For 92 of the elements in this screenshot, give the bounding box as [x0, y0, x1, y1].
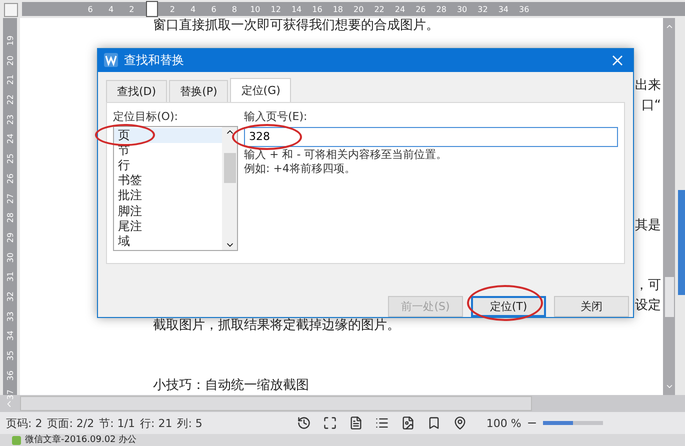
pin-icon[interactable] — [453, 416, 468, 430]
ruler-number: 28 — [6, 212, 14, 223]
outline-view-icon[interactable] — [375, 416, 390, 430]
target-label: 定位目标(O): — [113, 108, 179, 124]
ruler-number: 28 — [435, 4, 448, 14]
ruler-number: 32 — [6, 290, 14, 302]
ruler-number: 12 — [270, 4, 282, 14]
indent-marker[interactable] — [146, 1, 158, 17]
ruler-number: 36 — [518, 4, 530, 14]
ruler-number: 14 — [290, 4, 303, 14]
ruler-number: 2 — [128, 4, 136, 14]
document-text: 小技巧：自动统一缩放截图 — [153, 378, 309, 393]
page-number-field[interactable]: 328 — [244, 126, 618, 147]
ruler-number: 30 — [456, 4, 468, 14]
dialog-tab[interactable]: 替换(P) — [169, 80, 228, 102]
ruler-number: 4 — [107, 4, 115, 14]
hint-text: 输入 + 和 - 可将相关内容移至当前位置。 — [244, 148, 448, 161]
list-item[interactable]: 域 — [114, 234, 222, 250]
close-icon — [612, 54, 623, 66]
document-text: 设定 — [635, 298, 661, 313]
status-text: 节: 1/1 — [99, 416, 136, 430]
list-item[interactable]: 批注 — [114, 188, 222, 204]
ruler-number: 20 — [352, 4, 365, 14]
document-text: 窗口直接抓取一次即可获得我们想要的合成图片。 — [153, 18, 439, 33]
document-text: 其是 — [635, 218, 661, 233]
status-text: 页面: 2/2 — [47, 416, 94, 430]
dialog-button[interactable]: 定位(T) — [471, 296, 546, 317]
ruler-number: 8 — [230, 4, 238, 14]
annotation-ellipse — [95, 124, 155, 146]
page-number-label: 输入页号(E): — [244, 108, 308, 124]
dialog-button[interactable]: 关闭 — [554, 296, 629, 317]
ruler-number: 29 — [6, 231, 14, 243]
hint-text: 例如: +4将前移四项。 — [244, 162, 356, 175]
list-scrollbar[interactable] — [222, 126, 237, 250]
taskbar-title[interactable]: 微信文章-2016.09.02 办公 — [25, 434, 137, 446]
ruler-number: 26 — [6, 172, 14, 184]
document-text: 截取图片，抓取结果将定截掉边缘的图片。 — [153, 318, 400, 333]
document-text: 出来 — [635, 78, 661, 93]
list-item[interactable]: 书签 — [114, 173, 222, 188]
ruler-number: 27 — [6, 192, 14, 204]
app-icon[interactable] — [12, 436, 21, 444]
ruler-number: 2 — [168, 4, 176, 14]
ruler-number: 16 — [311, 4, 324, 14]
vertical-scrollbar[interactable] — [663, 18, 675, 395]
ruler-number: 6 — [210, 4, 218, 14]
ruler-number: 19 — [6, 34, 14, 46]
ruler-number: 25 — [6, 152, 14, 164]
ruler-number: 23 — [6, 113, 14, 124]
scroll-thumb[interactable] — [20, 396, 532, 411]
list-item[interactable]: 行 — [114, 158, 222, 174]
ruler-number: 4 — [190, 4, 197, 14]
annotation-ellipse — [232, 124, 302, 150]
list-item[interactable]: 尾注 — [114, 218, 222, 234]
document-text: ，可 — [635, 278, 661, 293]
ruler-number: 31 — [6, 270, 14, 282]
ruler-number: 24 — [394, 4, 406, 14]
ruler-number: 34 — [497, 4, 510, 14]
ruler-number: 22 — [373, 4, 386, 14]
dialog-title: 查找和替换 — [124, 52, 185, 69]
ruler-number: 35 — [6, 350, 14, 361]
zoom-level: 100 % — [486, 416, 522, 430]
dialog-tab[interactable]: 定位(G) — [230, 78, 292, 102]
status-text: 页码: 2 — [6, 416, 42, 430]
ruler-number: 37 — [6, 388, 14, 400]
ruler-number: 6 — [86, 4, 94, 14]
fullscreen-icon[interactable] — [323, 416, 338, 430]
bookmark-icon[interactable] — [427, 416, 442, 430]
ruler-number: 20 — [6, 54, 14, 66]
ruler-number: 22 — [6, 94, 14, 105]
list-item[interactable]: 脚注 — [114, 204, 222, 219]
ruler-number: 33 — [6, 310, 14, 322]
ruler-number: 26 — [414, 4, 427, 14]
status-text: 行: 21 — [140, 416, 172, 430]
ruler-toggle-button[interactable] — [4, 3, 18, 17]
dialog-tab[interactable]: 查找(D) — [106, 80, 168, 102]
scroll-thumb[interactable] — [224, 153, 236, 184]
document-text: 口“ — [641, 98, 661, 113]
page-view-icon[interactable] — [349, 416, 364, 430]
ruler-number: 34 — [6, 330, 14, 341]
status-text: 列: 5 — [177, 416, 202, 430]
ruler-number: 24 — [6, 132, 14, 144]
ruler-number: 18 — [332, 4, 344, 14]
list-item[interactable]: 页 — [114, 128, 222, 143]
ruler-number: 10 — [249, 4, 262, 14]
scroll-thumb[interactable] — [664, 276, 674, 316]
ruler-number: 30 — [6, 251, 14, 262]
app-logo-icon — [104, 53, 118, 68]
zoom-slider-track[interactable] — [543, 421, 604, 425]
ruler-number: 21 — [6, 74, 14, 86]
ruler-number: 36 — [6, 369, 14, 380]
history-icon[interactable] — [297, 416, 312, 430]
ruler-number: 32 — [476, 4, 489, 14]
